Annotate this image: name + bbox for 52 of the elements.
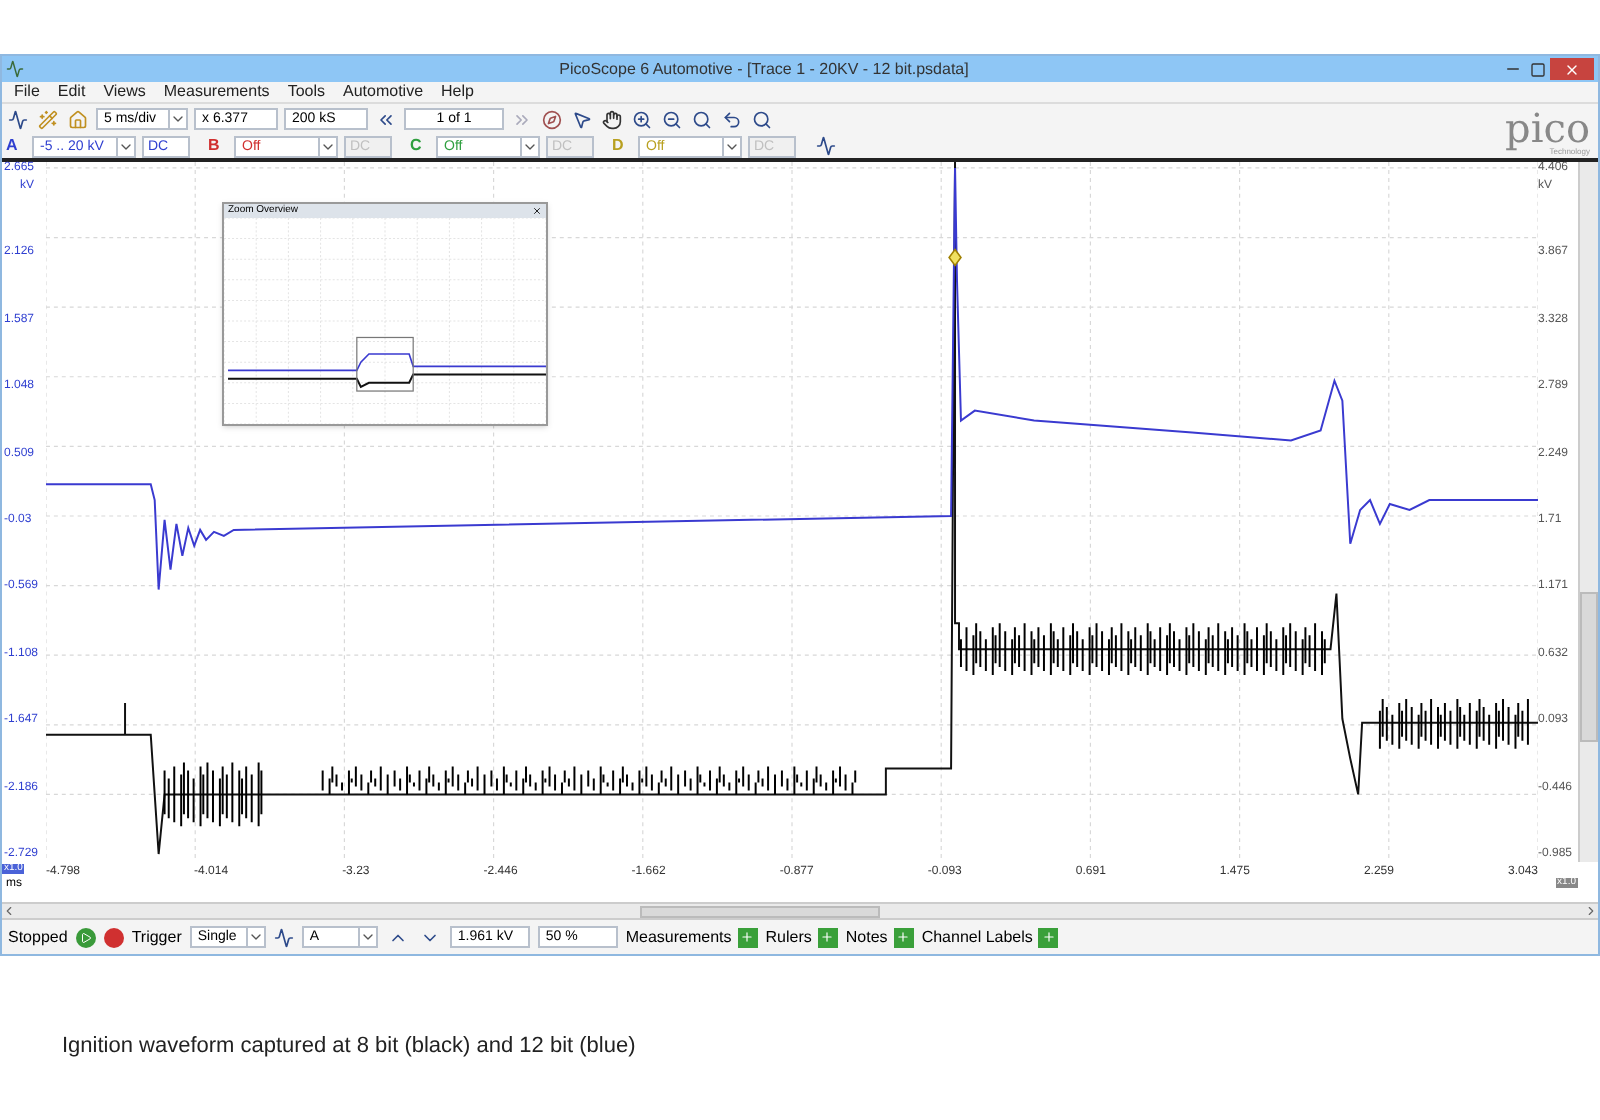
- undo-icon[interactable]: [720, 107, 744, 131]
- channel-label[interactable]: B: [208, 138, 228, 154]
- status-label: Stopped: [8, 929, 68, 945]
- horizontal-scrollbar[interactable]: [2, 902, 1598, 918]
- window-title: PicoScope 6 Automotive - [Trace 1 - 20KV - 12 bit.psdata]: [557, 61, 971, 77]
- add-button[interactable]: [893, 927, 914, 947]
- play-icon: [79, 931, 92, 943]
- caret-icon: [245, 928, 264, 946]
- close-icon: [1564, 61, 1580, 77]
- plus-icon: [820, 930, 835, 944]
- vertical-scrollbar[interactable]: [1578, 162, 1598, 862]
- maximize-icon[interactable]: [1530, 61, 1546, 77]
- menu-item[interactable]: Help: [441, 84, 474, 100]
- caret-icon: [357, 928, 376, 946]
- caption: Ignition waveform captured at 8 bit (black) and 12 bit (blue): [62, 1032, 638, 1062]
- plus-icon: [740, 930, 755, 944]
- status-item-label: Notes: [845, 929, 888, 945]
- status-item-label: Rulers: [765, 929, 812, 945]
- zoom-in-icon[interactable]: [630, 107, 654, 131]
- caret-icon: [722, 137, 740, 155]
- caret-icon: [520, 137, 538, 155]
- menu-item[interactable]: Measurements: [163, 84, 270, 100]
- logo: pico: [1505, 107, 1590, 147]
- status-item-label: Measurements: [625, 929, 732, 945]
- hand-icon[interactable]: [600, 107, 624, 131]
- pointer-icon[interactable]: [570, 107, 594, 131]
- zoom-out-icon[interactable]: [660, 107, 684, 131]
- menu-item[interactable]: Views: [103, 84, 146, 100]
- caret-icon: [116, 137, 134, 155]
- menu-item[interactable]: Automotive: [343, 84, 424, 100]
- menu-item[interactable]: Edit: [57, 84, 86, 100]
- status-item-label: Channel Labels: [921, 929, 1033, 945]
- plus-icon: [896, 930, 911, 944]
- scroll-right-icon[interactable]: [1584, 904, 1598, 918]
- channel-label[interactable]: A: [6, 138, 26, 154]
- scroll-left-icon[interactable]: [2, 904, 16, 918]
- start-button[interactable]: [75, 927, 96, 947]
- add-button[interactable]: [1038, 927, 1059, 947]
- stop-button[interactable]: [103, 927, 124, 947]
- plus-icon: [1041, 930, 1056, 944]
- app-icon: [6, 60, 24, 78]
- home-icon[interactable]: [66, 107, 90, 131]
- menu-item[interactable]: Tools: [287, 84, 325, 100]
- trigger-label: Trigger: [131, 929, 182, 945]
- trigger-marker-icon[interactable]: [948, 248, 962, 267]
- menu-item[interactable]: File: [14, 84, 40, 100]
- caret-icon: [318, 137, 336, 155]
- compass-icon[interactable]: [540, 107, 564, 131]
- add-button[interactable]: [817, 927, 838, 947]
- search-icon[interactable]: [690, 107, 714, 131]
- add-button[interactable]: [737, 927, 758, 947]
- caret-icon: [168, 110, 186, 128]
